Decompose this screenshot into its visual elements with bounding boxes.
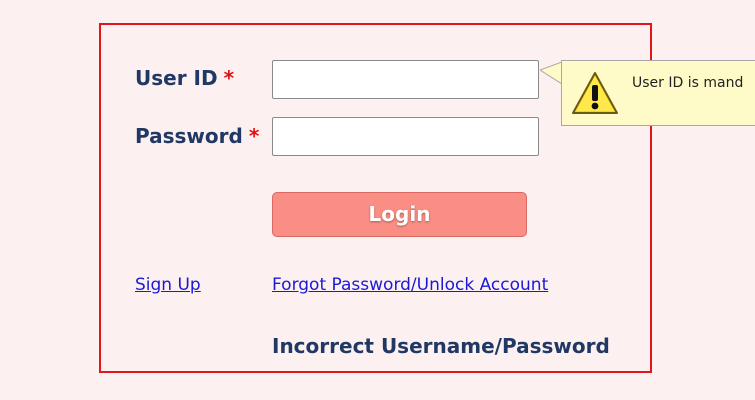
error-message: Incorrect Username/Password xyxy=(272,334,610,358)
login-button[interactable]: Login xyxy=(272,192,527,237)
password-label-text: Password xyxy=(135,124,243,148)
password-input[interactable] xyxy=(272,117,539,156)
user-id-input[interactable] xyxy=(272,60,539,99)
tooltip-message: User ID is mand xyxy=(632,75,744,91)
user-id-label-text: User ID xyxy=(135,66,218,90)
user-id-required-marker: * xyxy=(223,66,235,90)
tooltip-pointer xyxy=(540,62,562,84)
forgot-password-link[interactable]: Forgot Password/Unlock Account xyxy=(272,275,548,295)
validation-tooltip: User ID is mand xyxy=(561,60,755,126)
password-label: Password * xyxy=(135,124,259,148)
user-id-label: User ID * xyxy=(135,66,234,90)
password-required-marker: * xyxy=(248,124,260,148)
sign-up-link[interactable]: Sign Up xyxy=(135,275,201,295)
warning-icon xyxy=(572,72,618,114)
